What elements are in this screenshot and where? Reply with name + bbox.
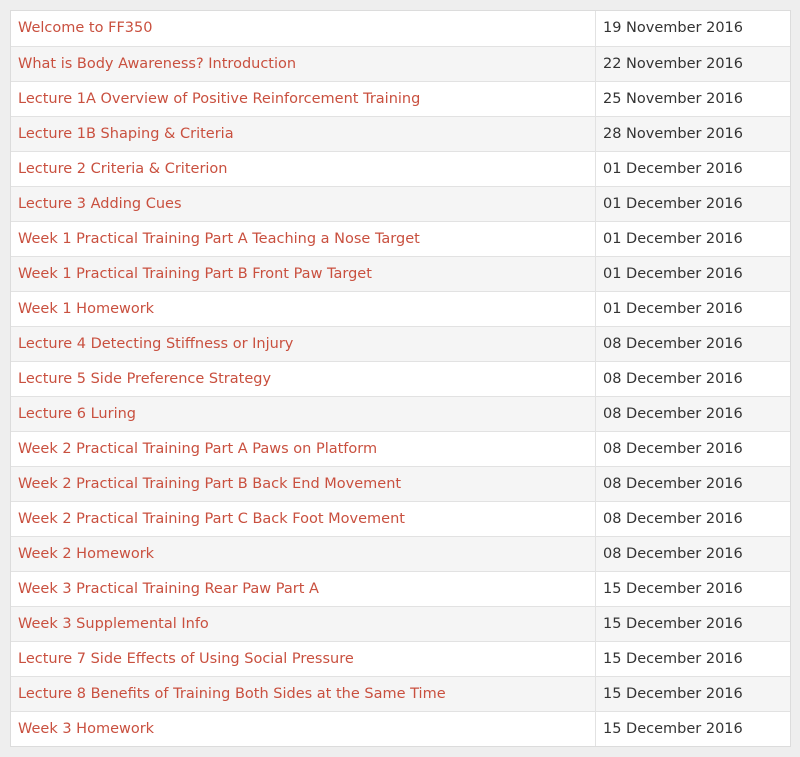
lesson-date: 01 December 2016 <box>595 185 790 221</box>
lesson-row: Lecture 1B Shaping & Criteria 28 November… <box>11 115 790 151</box>
lesson-row: Lecture 6 Luring 08 December 2016 <box>11 395 790 431</box>
lesson-row: Lecture 2 Criteria & Criterion 01 Decembe… <box>11 150 790 186</box>
lesson-title-link[interactable]: Lecture 3 Adding Cues <box>11 185 596 221</box>
lesson-row: Week 2 Practical Training Part B Back En… <box>11 465 790 501</box>
lesson-title-link[interactable]: Week 2 Homework <box>11 535 596 571</box>
lesson-title-link[interactable]: Lecture 2 Criteria & Criterion <box>11 150 596 186</box>
lesson-date: 08 December 2016 <box>595 395 790 431</box>
lesson-row: Lecture 4 Detecting Stiffness or Injury 0… <box>11 325 790 361</box>
lesson-date: 08 December 2016 <box>595 325 790 361</box>
lesson-title-link[interactable]: Week 1 Practical Training Part B Front P… <box>11 255 596 291</box>
lesson-title-link[interactable]: Week 2 Practical Training Part C Back Fo… <box>11 500 596 536</box>
lesson-table-body: Welcome to FF350 19 November 2016 What is … <box>11 11 790 746</box>
lesson-date: 15 December 2016 <box>595 640 790 676</box>
lesson-date: 15 December 2016 <box>595 675 790 711</box>
lesson-row: Week 3 Supplemental Info 15 December 2016 <box>11 605 790 641</box>
lesson-date: 08 December 2016 <box>595 535 790 571</box>
lesson-title-link[interactable]: Week 1 Homework <box>11 290 596 326</box>
lesson-date: 08 December 2016 <box>595 360 790 396</box>
lesson-date: 22 November 2016 <box>595 45 790 81</box>
lesson-title-link[interactable]: Lecture 6 Luring <box>11 395 596 431</box>
lesson-title-link[interactable]: Lecture 1B Shaping & Criteria <box>11 115 596 151</box>
lesson-row: Week 1 Practical Training Part B Front P… <box>11 255 790 291</box>
lesson-title-link[interactable]: Welcome to FF350 <box>11 11 596 46</box>
lesson-row: Week 3 Homework 15 December 2016 <box>11 710 790 746</box>
lesson-row: Week 3 Practical Training Rear Paw Part … <box>11 570 790 606</box>
lesson-date: 01 December 2016 <box>595 220 790 256</box>
lesson-title-link[interactable]: Week 2 Practical Training Part B Back En… <box>11 465 596 501</box>
lesson-row: Week 1 Practical Training Part A Teachin… <box>11 220 790 256</box>
lesson-date: 19 November 2016 <box>595 11 790 46</box>
lesson-row: Welcome to FF350 19 November 2016 <box>11 11 790 46</box>
lesson-date: 25 November 2016 <box>595 80 790 116</box>
lesson-date: 01 December 2016 <box>595 255 790 291</box>
lesson-row: Week 2 Practical Training Part A Paws on… <box>11 430 790 466</box>
lesson-date: 15 December 2016 <box>595 710 790 746</box>
lesson-row: Week 1 Homework 01 December 2016 <box>11 290 790 326</box>
lesson-title-link[interactable]: Lecture 4 Detecting Stiffness or Injury <box>11 325 596 361</box>
lesson-title-link[interactable]: Week 2 Practical Training Part A Paws on… <box>11 430 596 466</box>
lesson-date: 15 December 2016 <box>595 570 790 606</box>
lesson-date: 01 December 2016 <box>595 290 790 326</box>
lesson-row: Lecture 5 Side Preference Strategy 08 Dec… <box>11 360 790 396</box>
lesson-date: 08 December 2016 <box>595 430 790 466</box>
lesson-date: 15 December 2016 <box>595 605 790 641</box>
lesson-date: 08 December 2016 <box>595 465 790 501</box>
lesson-title-link[interactable]: Week 3 Homework <box>11 710 596 746</box>
lesson-row: Week 2 Homework 08 December 2016 <box>11 535 790 571</box>
lesson-row: Lecture 7 Side Effects of Using Social P… <box>11 640 790 676</box>
lesson-table-container: Welcome to FF350 19 November 2016 What is … <box>10 10 791 747</box>
lesson-date: 28 November 2016 <box>595 115 790 151</box>
lesson-title-link[interactable]: Week 3 Supplemental Info <box>11 605 596 641</box>
lesson-title-link[interactable]: Lecture 8 Benefits of Training Both Side… <box>11 675 596 711</box>
lesson-title-link[interactable]: Week 1 Practical Training Part A Teachin… <box>11 220 596 256</box>
lesson-title-link[interactable]: What is Body Awareness? Introduction <box>11 45 596 81</box>
lesson-row: What is Body Awareness? Introduction 22 N… <box>11 45 790 81</box>
lesson-date: 01 December 2016 <box>595 150 790 186</box>
lesson-row: Lecture 1A Overview of Positive Reinforc… <box>11 80 790 116</box>
lesson-table: Welcome to FF350 19 November 2016 What is … <box>11 11 790 746</box>
lesson-title-link[interactable]: Lecture 7 Side Effects of Using Social P… <box>11 640 596 676</box>
lesson-row: Lecture 3 Adding Cues 01 December 2016 <box>11 185 790 221</box>
lesson-title-link[interactable]: Lecture 5 Side Preference Strategy <box>11 360 596 396</box>
lesson-row: Lecture 8 Benefits of Training Both Side… <box>11 675 790 711</box>
lesson-row: Week 2 Practical Training Part C Back Fo… <box>11 500 790 536</box>
lesson-date: 08 December 2016 <box>595 500 790 536</box>
lesson-title-link[interactable]: Lecture 1A Overview of Positive Reinforc… <box>11 80 596 116</box>
lesson-title-link[interactable]: Week 3 Practical Training Rear Paw Part … <box>11 570 596 606</box>
